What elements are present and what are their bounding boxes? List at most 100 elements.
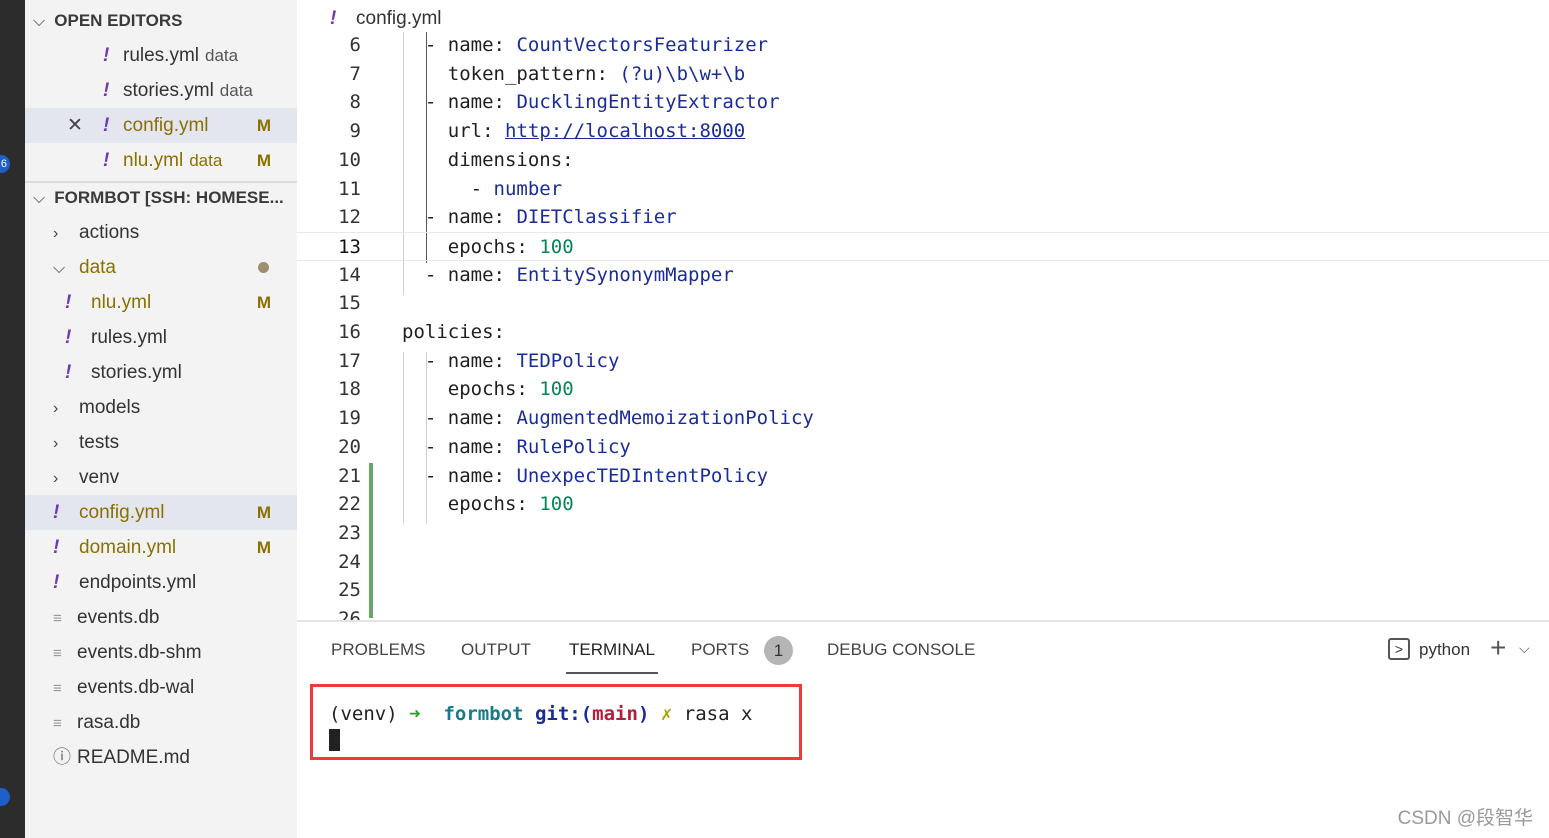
code-line: 25 [297, 576, 1549, 605]
code-line: 26 [297, 605, 1549, 620]
terminal-output[interactable]: (venv) ➜ formbot git:(main) ✗ rasa x [310, 684, 802, 760]
chevron-right-icon: › [53, 435, 59, 452]
file-item[interactable]: ! stories.yml [25, 355, 297, 390]
terminal-command: rasa x [683, 703, 753, 725]
code-line: 15 [297, 289, 1549, 318]
tab-debug-console[interactable]: DEBUG CONSOLE [827, 640, 975, 660]
file-item[interactable]: ! nlu.yml M [25, 285, 297, 320]
file-lines-icon: ≡ [53, 715, 62, 732]
watermark: CSDN @段智华 [1397, 808, 1533, 829]
item-name: README.md [77, 747, 190, 768]
yaml-value: (?u)\b\w+\b [619, 62, 746, 85]
open-editor-item[interactable]: ! rules.yml data [25, 38, 297, 73]
folder-item[interactable]: › models [25, 390, 297, 425]
file-item[interactable]: ! endpoints.yml [25, 565, 297, 600]
code-line: 13 epochs: 100 [297, 231, 1549, 261]
chevron-down-icon[interactable]: ⌵ [1519, 640, 1530, 657]
tab-config-yml[interactable]: ! config.yml [330, 8, 442, 30]
open-editor-item[interactable]: ! stories.yml data [25, 73, 297, 108]
item-name: config.yml [79, 502, 165, 523]
yaml-key: name [447, 349, 494, 372]
code-line: 22 epochs: 100 [297, 490, 1549, 519]
folder-item[interactable]: › venv [25, 460, 297, 495]
yaml-key: policies [402, 321, 494, 343]
open-editors-header[interactable]: ⌵ OPEN EDITORS [25, 3, 297, 38]
yaml-value: AugmentedMemoizationPolicy [516, 407, 814, 430]
yaml-value: 100 [539, 493, 574, 516]
modified-badge: M [256, 151, 271, 170]
line-number: 10 [338, 148, 361, 171]
yaml-file-icon: ! [53, 572, 60, 593]
tab-output[interactable]: OUTPUT [461, 640, 531, 660]
new-terminal-plus-icon[interactable]: + [1490, 632, 1506, 664]
file-name: nlu.yml [123, 150, 184, 171]
yaml-file-icon: ! [65, 292, 72, 313]
code-line: 16 policies: [297, 318, 1549, 347]
section-divider [25, 181, 297, 183]
open-editor-item[interactable]: ! nlu.yml data M [25, 143, 297, 178]
item-name: rules.yml [91, 327, 168, 348]
file-name: config.yml [123, 115, 209, 136]
folder-item[interactable]: › actions [25, 215, 297, 250]
list-dash: - [424, 349, 448, 372]
yaml-file-icon: ! [65, 362, 72, 383]
tab-ports[interactable]: PORTS [691, 640, 749, 660]
item-name: models [79, 397, 141, 418]
source-control-badge[interactable]: 6 [0, 155, 10, 173]
yaml-value: UnexpecTEDIntentPolicy [516, 464, 769, 487]
section-title: OPEN EDITORS [54, 11, 183, 30]
file-item[interactable]: ≡ rasa.db [25, 705, 297, 740]
accounts-badge[interactable] [0, 788, 10, 806]
code-line: 17 - name: TEDPolicy [297, 347, 1549, 376]
list-dash: - [424, 435, 448, 458]
item-name: events.db [77, 607, 160, 628]
folder-item[interactable]: › tests [25, 425, 297, 460]
code-line: 19 - name: AugmentedMemoizationPolicy [297, 404, 1549, 433]
file-lines-icon: ≡ [53, 645, 62, 662]
workspace-header[interactable]: ⌵ FORMBOT [SSH: HOMESE... [25, 180, 297, 215]
yaml-value[interactable]: http://localhost:8000 [505, 120, 745, 142]
modified-badge: M [256, 293, 271, 312]
close-icon[interactable]: ✕ [67, 108, 103, 143]
file-item[interactable]: ! rules.yml [25, 320, 297, 355]
yaml-value: RulePolicy [516, 435, 631, 458]
list-dash: - [424, 263, 448, 286]
tab-problems[interactable]: PROBLEMS [331, 640, 425, 660]
line-number: 17 [338, 349, 361, 372]
yaml-value: number [493, 177, 563, 200]
tab-terminal[interactable]: TERMINAL [566, 640, 658, 674]
yaml-file-icon: ! [103, 80, 110, 101]
code-line: 12 - name: DIETClassifier [297, 203, 1549, 232]
open-editor-item[interactable]: ✕! config.yml M [25, 108, 297, 143]
prompt-arrow: ➜ [409, 703, 421, 725]
code-editor[interactable]: 6 - name: CountVectorsFeaturizer 7 token_… [297, 32, 1549, 620]
file-item[interactable]: ! domain.yml M [25, 530, 297, 565]
terminal-name[interactable]: python [1419, 640, 1470, 660]
code-line: 9 url: http://localhost:8000 [297, 117, 1549, 146]
yaml-value: TEDPolicy [516, 349, 620, 372]
folder-item[interactable]: ⌵ data [25, 250, 297, 285]
section-title: FORMBOT [SSH: HOMESE... [54, 188, 284, 207]
file-item[interactable]: ≡ events.db [25, 600, 297, 635]
file-item[interactable]: ⓘ README.md [25, 740, 297, 775]
modified-badge: M [256, 116, 271, 135]
file-item[interactable]: ≡ events.db-wal [25, 670, 297, 705]
yaml-key: epochs [447, 493, 517, 516]
file-lines-icon: ≡ [53, 610, 62, 627]
yaml-key: name [447, 91, 494, 114]
line-number: 8 [349, 91, 361, 114]
file-item[interactable]: ≡ events.db-shm [25, 635, 297, 670]
yaml-file-icon: ! [103, 45, 110, 66]
file-item[interactable]: ! config.yml M [25, 495, 297, 530]
yaml-key: name [447, 464, 494, 487]
file-folder: data [219, 81, 253, 100]
list-dash: - [424, 206, 448, 229]
chevron-right-icon: › [53, 470, 59, 487]
